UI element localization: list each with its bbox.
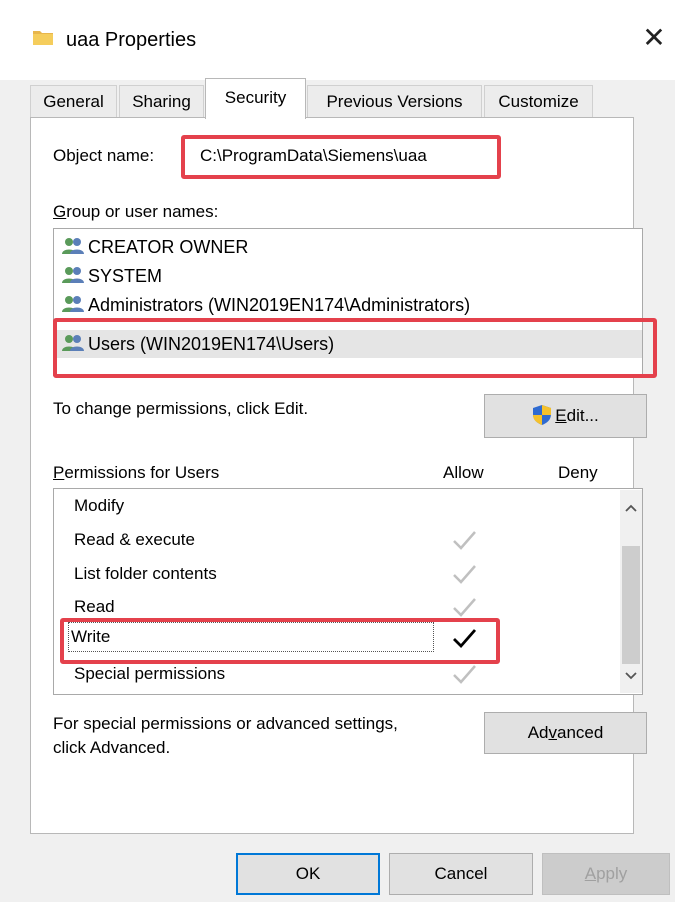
scrollbar-thumb[interactable]: [622, 546, 640, 664]
users-selection-highlight: [53, 318, 657, 378]
edit-button[interactable]: Edit...: [484, 394, 647, 438]
scroll-down-arrow-icon[interactable]: [620, 666, 642, 686]
scroll-up-arrow-icon[interactable]: [620, 498, 642, 518]
cancel-button[interactable]: Cancel: [389, 853, 533, 895]
user-item-label: SYSTEM: [88, 266, 163, 286]
object-name-label: Object name:: [53, 146, 155, 165]
advanced-button[interactable]: Advanced: [484, 712, 647, 754]
permission-read-execute: Read & execute: [74, 530, 195, 549]
advanced-hint-line2: click Advanced.: [53, 738, 171, 757]
users-group-icon: [62, 296, 84, 313]
tab-customize[interactable]: Customize: [484, 85, 593, 118]
advanced-hint-line1: For special permissions or advanced sett…: [53, 714, 398, 733]
allow-column-header: Allow: [443, 463, 484, 482]
object-name-highlight: [181, 135, 501, 179]
users-group-icon: [62, 267, 84, 284]
permissions-for-label: Permissions for Users: [53, 463, 220, 482]
users-group-icon: [62, 238, 84, 255]
user-item-system[interactable]: SYSTEM: [62, 262, 162, 290]
uac-shield-icon: [533, 404, 552, 425]
title-bar: uaa Properties ✕: [0, 0, 675, 80]
folder-icon: [33, 31, 53, 45]
close-button[interactable]: ✕: [636, 20, 672, 56]
close-icon: ✕: [642, 22, 666, 53]
permission-list-folder-contents: List folder contents: [74, 564, 217, 583]
allow-read-execute-check-icon: [453, 531, 476, 550]
tab-previous-versions[interactable]: Previous Versions: [307, 85, 482, 118]
user-item-administrators[interactable]: Administrators (WIN2019EN174\Administrat…: [62, 291, 470, 319]
ok-button[interactable]: OK: [236, 853, 380, 895]
allow-list-folder-check-icon: [453, 565, 476, 584]
window-title: uaa Properties: [66, 29, 197, 51]
change-permissions-hint: To change permissions, click Edit.: [53, 399, 309, 418]
deny-column-header: Deny: [558, 463, 598, 482]
tab-security[interactable]: Security: [205, 78, 306, 119]
apply-button[interactable]: Apply: [542, 853, 670, 895]
group-user-names-label: Group or user names:: [53, 202, 219, 221]
tab-sharing[interactable]: Sharing: [119, 85, 204, 118]
write-permission-highlight: [60, 618, 500, 664]
user-item-label: CREATOR OWNER: [88, 237, 249, 257]
user-item-creator-owner[interactable]: CREATOR OWNER: [62, 233, 248, 261]
user-item-label: Administrators (WIN2019EN174\Administrat…: [88, 295, 471, 315]
permission-modify: Modify: [74, 496, 125, 515]
tab-general[interactable]: General: [30, 85, 117, 118]
